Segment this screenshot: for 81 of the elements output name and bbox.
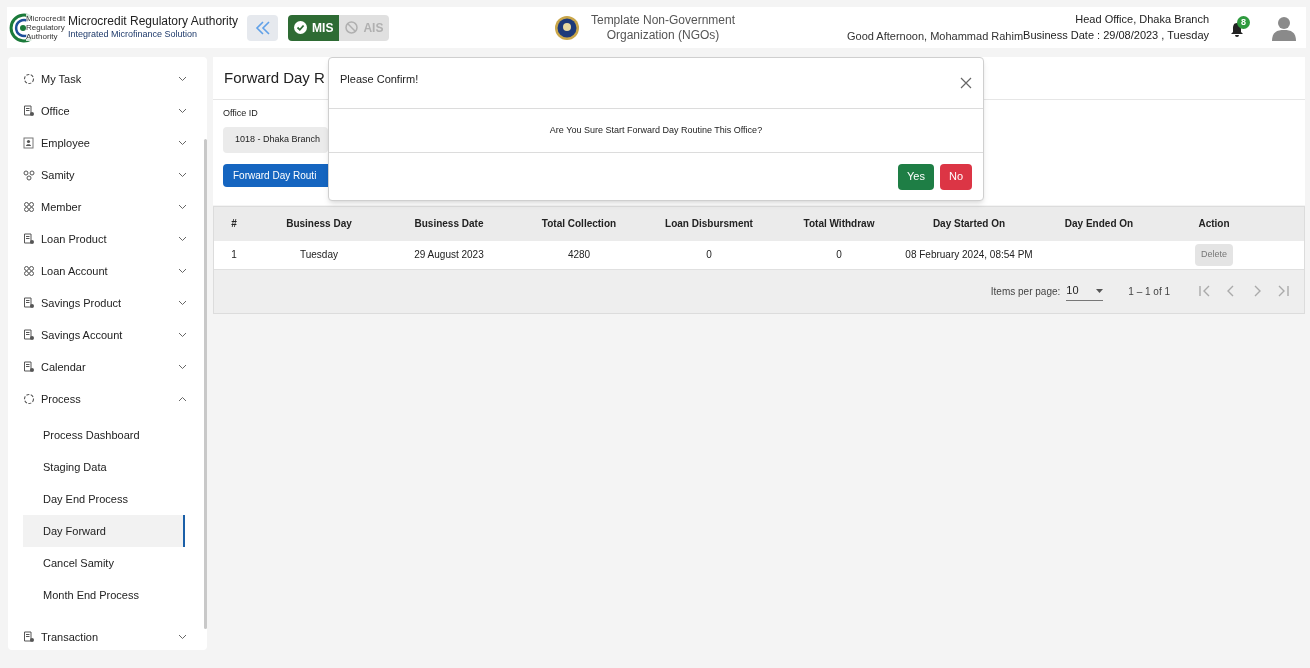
document-icon	[23, 631, 35, 643]
column-header: Total Collection	[540, 217, 618, 231]
items-per-page-label: Items per page:	[990, 284, 1061, 299]
sidebar-item[interactable]: Transaction	[8, 621, 207, 653]
sidebar-item[interactable]: Loan Product	[8, 223, 207, 255]
table-cell: 08 February 2024, 08:54 PM	[905, 249, 1033, 260]
sidebar-item[interactable]: Employee	[8, 127, 207, 159]
office-select[interactable]: 1018 - Dhaka Branch	[223, 126, 328, 153]
dropdown-caret-icon	[1096, 288, 1104, 293]
seal-icon	[554, 15, 580, 41]
page-size-select[interactable]: 10	[1066, 281, 1104, 301]
close-button[interactable]	[960, 77, 972, 89]
column-header: Loan Disbursment	[664, 217, 754, 231]
notification-badge: 8	[1237, 16, 1250, 29]
no-button[interactable]: No	[939, 163, 972, 190]
column-header: Day Ended On	[1063, 217, 1135, 231]
forward-day-button[interactable]: Forward Day Routi	[223, 163, 328, 187]
sidebar-item[interactable]: Process	[8, 383, 207, 415]
table-cell: 1	[231, 249, 237, 260]
submenu-item[interactable]: Month End Process	[23, 579, 185, 611]
sidebar-item[interactable]: Loan Account	[8, 255, 207, 287]
field-label: Office ID	[223, 107, 259, 120]
avatar-icon	[1272, 15, 1296, 41]
org-name: Microcredit Regulatory Authority	[68, 14, 239, 30]
last-page-icon	[1276, 284, 1290, 298]
page-title: Forward Day R	[224, 67, 325, 88]
sidebar-item[interactable]: Calendar	[8, 351, 207, 383]
column-header: Business Date	[413, 217, 485, 231]
sidebar-item[interactable]: Samity	[8, 159, 207, 191]
sidebar-item[interactable]: Savings Account	[8, 319, 207, 351]
document-icon	[23, 361, 35, 373]
document-icon	[23, 297, 35, 309]
sidebar-item[interactable]: My Task	[8, 63, 207, 95]
document-icon	[23, 329, 35, 341]
range-label: 1 – 1 of 1	[1128, 284, 1170, 299]
people-icon	[23, 201, 35, 213]
submenu-item[interactable]: Staging Data	[23, 451, 185, 483]
logo-text: Microcredit	[26, 13, 66, 23]
column-header: #	[230, 217, 238, 231]
document-icon	[23, 233, 35, 245]
logo-text: Regulatory	[26, 22, 66, 32]
column-header: Day Started On	[931, 217, 1007, 231]
table-cell: 4280	[567, 249, 591, 260]
id-card-icon	[23, 137, 35, 149]
close-icon	[960, 77, 972, 89]
dialog-title: Please Confirm!	[340, 72, 419, 87]
greeting-text: Good Afternoon, Mohammad Rahim	[847, 29, 1024, 44]
logo-text: Authority	[26, 31, 58, 41]
dialog-message: Are You Sure Start Forward Day Routine This Office?	[549, 123, 763, 137]
double-chevron-icon	[253, 20, 272, 35]
group-icon	[23, 169, 35, 181]
sidebar-item[interactable]: Member	[8, 191, 207, 223]
sidebar-item[interactable]: Savings Product	[8, 287, 207, 319]
office-name: Head Office, Dhaka Branch	[1075, 12, 1209, 27]
first-page-icon	[1198, 284, 1212, 298]
document-icon	[23, 105, 35, 117]
table-cell: 0	[836, 249, 842, 260]
submenu-item[interactable]: Cancel Samity	[23, 547, 185, 579]
submenu-item[interactable]: Day End Process	[23, 483, 185, 515]
ngo-name: Template Non-Government	[590, 13, 736, 28]
ngo-name: Organization (NGOs)	[606, 28, 720, 43]
table-cell: 0	[706, 249, 712, 260]
submenu-item[interactable]: Process Dashboard	[23, 419, 185, 451]
column-header: Business Day	[285, 217, 353, 231]
table-cell: Tuesday	[300, 249, 338, 260]
notification-button[interactable]: 8	[1229, 16, 1251, 38]
table-cell: 29 August 2023	[414, 249, 484, 260]
column-header: Action	[1197, 217, 1231, 231]
people-icon	[23, 265, 35, 277]
collapse-button[interactable]	[247, 14, 279, 41]
yes-button[interactable]: Yes	[898, 163, 934, 190]
circle-icon	[23, 393, 35, 405]
column-header: Total Withdraw	[802, 217, 876, 231]
check-circle-icon	[294, 21, 308, 34]
prohibited-icon	[345, 21, 359, 34]
org-subtitle: Integrated Microfinance Solution	[68, 29, 199, 41]
business-date: Business Date : 29/08/2023 , Tuesday	[1023, 28, 1209, 43]
sidebar-item[interactable]: Office	[8, 95, 207, 127]
submenu-item[interactable]: Day Forward	[23, 515, 185, 547]
module-tab[interactable]: MIS	[288, 14, 340, 41]
circle-icon	[23, 73, 35, 85]
